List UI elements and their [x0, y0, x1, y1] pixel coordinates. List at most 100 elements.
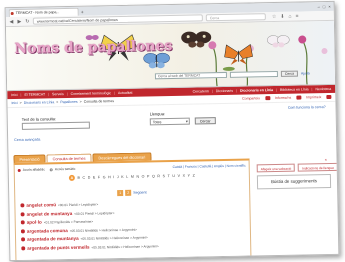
toolbar-icons: ☆ ⬇ ⌂ ≡: [272, 13, 299, 20]
bullet-icon: [20, 211, 25, 217]
page-2[interactable]: 2: [125, 189, 132, 196]
breadcrumb-item[interactable]: Papallones: [60, 100, 77, 104]
breadcrumb-item[interactable]: Inici: [11, 101, 17, 105]
letter-c[interactable]: C: [82, 176, 85, 180]
print-link[interactable]: Imprimeix: [306, 95, 321, 99]
letter-e[interactable]: E: [93, 175, 95, 179]
term-category: <05.03.01 Nimfàlids > Heliconinae > Argy…: [91, 244, 159, 250]
share-icon[interactable]: [264, 96, 271, 101]
term-category: <01.02 Papilionids > Parnassinae>: [43, 219, 94, 225]
menu-item-termcat[interactable]: El TERMCAT: [24, 92, 45, 96]
browser-search-field[interactable]: Cerca: [205, 13, 266, 22]
thematic-radio[interactable]: [49, 167, 53, 171]
browser-window: TERMCAT - Nom de papa... + – □ × ◀ ▶ ↻ w…: [4, 0, 340, 262]
forward-icon[interactable]: ▶: [17, 18, 22, 24]
menu-item-serveis[interactable]: Serveis: [52, 92, 64, 96]
letter-b[interactable]: B: [77, 176, 79, 180]
advanced-search-link[interactable]: Cerca avançada: [14, 138, 40, 143]
term-name[interactable]: angelet de muntanya: [27, 211, 73, 217]
letter-n[interactable]: N: [136, 175, 139, 179]
site-search-input-2[interactable]: [229, 70, 278, 78]
next-page-link[interactable]: Següent: [133, 190, 146, 194]
letter-i[interactable]: I: [113, 175, 114, 179]
letter-l[interactable]: L: [126, 175, 128, 179]
alphabetic-label: Accés alfabètic: [22, 167, 45, 172]
letter-x[interactable]: X: [183, 174, 185, 178]
inform-link[interactable]: Informa'ns: [275, 96, 291, 100]
menu-item-diccionaris[interactable]: Diccionaris: [216, 89, 233, 93]
print-icon[interactable]: [326, 94, 332, 100]
menu-item-biblioteca[interactable]: Biblioteca en Línia: [280, 87, 309, 92]
mail-icon[interactable]: [296, 95, 302, 100]
letter-j[interactable]: J: [117, 175, 119, 179]
download-icon[interactable]: ⬇: [280, 13, 284, 19]
alphabetic-radio[interactable]: [17, 168, 21, 172]
language-select[interactable]: Totes: [149, 117, 190, 126]
menu-item-coneixement[interactable]: Coneixement terminològic: [71, 91, 112, 96]
site-title: Noms de papallones: [14, 37, 173, 58]
letter-u[interactable]: U: [172, 174, 175, 178]
side-tabs: Afegeix una valoració Indicacions de lle…: [256, 162, 338, 173]
thematic-label: Accés temàtic: [54, 166, 76, 172]
pager: 1 2 Següent: [117, 189, 147, 197]
letter-d[interactable]: D: [88, 176, 91, 180]
favicon-icon: [10, 12, 14, 16]
bullet-icon: [20, 220, 25, 225]
term-input[interactable]: [21, 121, 90, 130]
site-search-help-link[interactable]: Ajuda: [301, 71, 310, 75]
term-name[interactable]: apol·lo: [27, 220, 42, 225]
minimize-icon[interactable]: –: [318, 3, 320, 11]
letter-m[interactable]: M: [131, 175, 134, 179]
access-filters: Accés alfabètic Accés temàtic Català | F…: [17, 164, 246, 172]
close-icon[interactable]: ×: [328, 3, 330, 11]
term-name[interactable]: argentada de punts vermells: [27, 245, 89, 251]
menu-item-cercaterm[interactable]: Cercaterm: [193, 89, 209, 93]
letter-t[interactable]: T: [168, 174, 170, 178]
language-filter-links[interactable]: Català | Francès | Castellà | Anglès | N…: [173, 164, 246, 169]
letter-y[interactable]: Y: [188, 174, 190, 178]
side-close-icon[interactable]: ×: [325, 157, 327, 162]
breadcrumb-item[interactable]: Diccionaris en Línia: [24, 100, 55, 105]
term-name[interactable]: angelet comú: [26, 202, 56, 208]
menu-item-inici[interactable]: Inici: [11, 93, 17, 97]
star-icon[interactable]: ☆: [272, 13, 277, 19]
letter-o[interactable]: O: [142, 175, 145, 179]
bullet-icon: [20, 229, 25, 234]
term-name[interactable]: argentada comuna: [27, 228, 68, 234]
menu-item-actualitat[interactable]: Actualitat: [118, 91, 132, 95]
help-link[interactable]: Com funciona la cerca?: [288, 105, 326, 110]
menu-icon[interactable]: ≡: [295, 13, 298, 19]
letter-a[interactable]: A: [68, 174, 75, 181]
letter-f[interactable]: F: [98, 175, 100, 179]
search-button[interactable]: Cercar: [194, 117, 216, 125]
home-icon[interactable]: ⌂: [288, 13, 291, 19]
letter-z[interactable]: Z: [193, 174, 195, 178]
letter-g[interactable]: G: [103, 175, 106, 179]
term-name[interactable]: argentada de muntanya: [27, 236, 79, 242]
term-category: <05.03.01 Nimfàlids > Heliconinae > Argy…: [80, 235, 148, 242]
back-icon[interactable]: ◀: [9, 19, 14, 25]
letter-r[interactable]: R: [157, 174, 160, 178]
letter-q[interactable]: Q: [152, 174, 155, 178]
term-label: Text de la consulta:: [21, 116, 57, 122]
suggestions-box[interactable]: Bústia de suggeriments: [256, 173, 332, 190]
results-list: angelet comú <00.01 Pieridi > Lepidòpter>…: [20, 199, 247, 255]
rating-tab[interactable]: Afegeix una valoració: [256, 163, 296, 173]
site-banner: Noms de papallones Cerca al web del TERM…: [5, 20, 336, 92]
menu-item-neoloteca[interactable]: Neoloteca: [315, 87, 331, 91]
letter-h[interactable]: H: [108, 175, 111, 179]
bullet-icon: [20, 203, 25, 208]
letter-s[interactable]: S: [163, 174, 165, 178]
reload-icon[interactable]: ↻: [25, 18, 30, 24]
page-1[interactable]: 1: [117, 189, 124, 197]
menu-item-diccionaris-linia[interactable]: Diccionaris en Línia: [240, 88, 273, 93]
new-tab-button[interactable]: +: [81, 10, 87, 16]
maximize-icon[interactable]: □: [323, 3, 326, 11]
language-notes-tab[interactable]: Indicacions de llengua: [298, 162, 338, 172]
site-search-button[interactable]: Cerca: [280, 70, 299, 77]
browser-tab[interactable]: TERMCAT - Nom de papa...: [8, 7, 79, 18]
letter-k[interactable]: K: [121, 175, 123, 179]
share-link[interactable]: Comparteix: [242, 96, 260, 100]
letter-v[interactable]: V: [178, 174, 180, 178]
letter-p[interactable]: P: [147, 174, 149, 178]
